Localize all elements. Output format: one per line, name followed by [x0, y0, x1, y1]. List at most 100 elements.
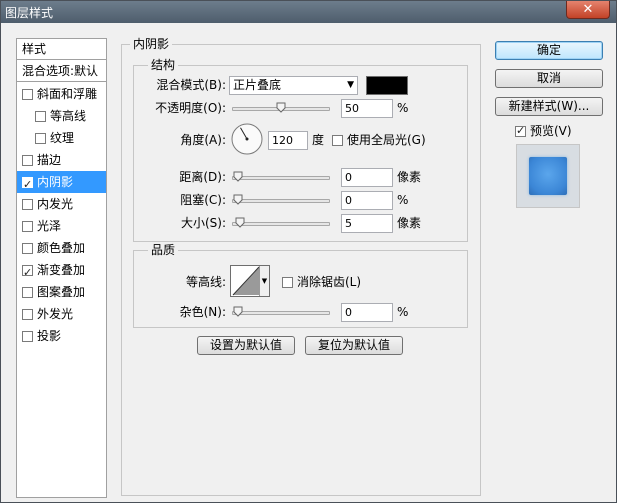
choke-unit: %: [397, 193, 409, 207]
size-slider-thumb[interactable]: [235, 217, 245, 228]
title-bar[interactable]: 图层样式 ✕: [1, 1, 616, 23]
style-item[interactable]: 内发光: [17, 193, 106, 215]
quality-title: 品质: [148, 243, 179, 257]
style-item-checkbox[interactable]: [22, 262, 33, 284]
style-item-checkbox[interactable]: [22, 331, 33, 342]
choke-input[interactable]: 0: [341, 191, 393, 210]
contour-label: 等高线:: [185, 275, 226, 289]
style-item-label: 等高线: [50, 109, 87, 123]
style-item-checkbox[interactable]: [35, 111, 46, 122]
angle-dial[interactable]: [230, 122, 264, 156]
opacity-label: 不透明度(O):: [155, 101, 226, 115]
style-item-checkbox[interactable]: [22, 89, 33, 100]
size-input[interactable]: 5: [341, 214, 393, 233]
opacity-unit: %: [397, 101, 409, 115]
cancel-button[interactable]: 取消: [495, 69, 603, 88]
dialog-body: 样式 混合选项:默认 斜面和浮雕等高线纹理描边内阴影内发光光泽颜色叠加渐变叠加图…: [9, 31, 610, 498]
ok-button[interactable]: 确定: [495, 41, 603, 60]
style-item-checkbox[interactable]: [22, 309, 33, 320]
style-item-checkbox[interactable]: [22, 174, 33, 196]
style-item-label: 光泽: [37, 219, 62, 233]
contour-chevron-down-icon[interactable]: ▼: [259, 266, 269, 296]
style-item-checkbox[interactable]: [22, 155, 33, 166]
choke-slider-track[interactable]: [232, 194, 330, 205]
shadow-color-swatch[interactable]: [366, 76, 408, 95]
style-item-checkbox[interactable]: [22, 199, 33, 210]
style-item[interactable]: 外发光: [17, 303, 106, 325]
choke-label: 阻塞(C):: [180, 193, 226, 207]
contour-preview-icon: [232, 266, 260, 296]
preview-swatch: [529, 157, 567, 195]
style-preview: [516, 144, 580, 208]
style-item-label: 内阴影: [37, 175, 74, 189]
window-title: 图层样式: [5, 6, 54, 20]
style-item-checkbox[interactable]: [22, 221, 33, 232]
style-item[interactable]: 颜色叠加: [17, 237, 106, 259]
style-item[interactable]: 图案叠加: [17, 281, 106, 303]
opacity-slider-thumb[interactable]: [276, 102, 286, 113]
style-item-label: 外发光: [37, 307, 74, 321]
noise-slider-track[interactable]: [232, 306, 330, 317]
chevron-down-icon: ▼: [347, 80, 354, 90]
angle-unit: 度: [312, 133, 325, 147]
style-item-label: 渐变叠加: [37, 263, 86, 277]
antialias-check-box[interactable]: [282, 277, 293, 288]
style-item-label: 内发光: [37, 197, 74, 211]
global-light-check-box[interactable]: [332, 135, 343, 146]
style-item-label: 图案叠加: [37, 285, 86, 299]
preview-check-box[interactable]: [515, 123, 526, 139]
close-icon: ✕: [582, 2, 594, 17]
antialias-label: 消除锯齿(L): [297, 275, 362, 289]
new-style-button[interactable]: 新建样式(W)...: [495, 97, 603, 116]
blend-mode-select[interactable]: 正片叠底 ▼: [229, 76, 358, 95]
structure-group: 结构 混合模式(B): 正片叠底 ▼ 不透明度(O): 50 % 角度(A): …: [133, 58, 468, 242]
style-item[interactable]: 描边: [17, 149, 106, 171]
style-list-header[interactable]: 样式: [17, 39, 106, 60]
style-item[interactable]: 纹理: [17, 127, 106, 149]
antialias-checkbox[interactable]: 消除锯齿(L): [282, 274, 361, 290]
angle-input[interactable]: 120: [268, 131, 308, 150]
size-label: 大小(S):: [180, 216, 226, 230]
style-item-checkbox[interactable]: [22, 287, 33, 298]
reset-default-button[interactable]: 复位为默认值: [305, 336, 403, 355]
inner-shadow-group: 内阴影 结构 混合模式(B): 正片叠底 ▼ 不透明度(O): 50 % 角度(…: [121, 37, 481, 496]
style-item[interactable]: 投影: [17, 325, 106, 347]
blending-options-item[interactable]: 混合选项:默认: [17, 61, 106, 82]
style-item[interactable]: 等高线: [17, 105, 106, 127]
noise-slider-thumb[interactable]: [233, 306, 243, 317]
opacity-input[interactable]: 50: [341, 99, 393, 118]
distance-unit: 像素: [397, 170, 422, 184]
style-item[interactable]: 渐变叠加: [17, 259, 106, 284]
distance-slider-track[interactable]: [232, 171, 330, 182]
preview-checkbox[interactable]: 预览(V): [515, 123, 572, 139]
style-item-label: 颜色叠加: [37, 241, 86, 255]
style-item-label: 纹理: [50, 131, 75, 145]
noise-label: 杂色(N):: [179, 305, 226, 319]
style-item[interactable]: 光泽: [17, 215, 106, 237]
contour-picker[interactable]: ▼: [230, 265, 270, 297]
style-list: 样式 混合选项:默认 斜面和浮雕等高线纹理描边内阴影内发光光泽颜色叠加渐变叠加图…: [16, 38, 107, 498]
distance-slider-thumb[interactable]: [233, 171, 243, 182]
layer-style-dialog: 图层样式 ✕ 样式 混合选项:默认 斜面和浮雕等高线纹理描边内阴影内发光光泽颜色…: [0, 0, 617, 503]
global-light-checkbox[interactable]: 使用全局光(G): [332, 132, 426, 148]
size-slider-track[interactable]: [232, 217, 330, 228]
style-item-checkbox[interactable]: [35, 133, 46, 144]
noise-input[interactable]: 0: [341, 303, 393, 322]
style-item-checkbox[interactable]: [22, 243, 33, 254]
distance-label: 距离(D):: [179, 170, 226, 184]
style-item[interactable]: 内阴影: [17, 171, 106, 196]
choke-slider-thumb[interactable]: [233, 194, 243, 205]
inner-shadow-title: 内阴影: [130, 37, 173, 51]
opacity-slider-track[interactable]: [232, 102, 330, 113]
close-button[interactable]: ✕: [566, 1, 610, 19]
angle-label: 角度(A):: [180, 133, 226, 147]
global-light-label: 使用全局光(G): [347, 133, 426, 147]
make-default-button[interactable]: 设置为默认值: [197, 336, 295, 355]
style-item-label: 描边: [37, 153, 62, 167]
style-item-label: 投影: [37, 329, 62, 343]
quality-group: 品质 等高线: ▼ 消除锯齿(L) 杂色(N): 0 %: [133, 243, 468, 328]
structure-title: 结构: [148, 58, 179, 72]
style-item[interactable]: 斜面和浮雕: [17, 83, 106, 105]
preview-label: 预览(V): [530, 124, 572, 138]
distance-input[interactable]: 0: [341, 168, 393, 187]
